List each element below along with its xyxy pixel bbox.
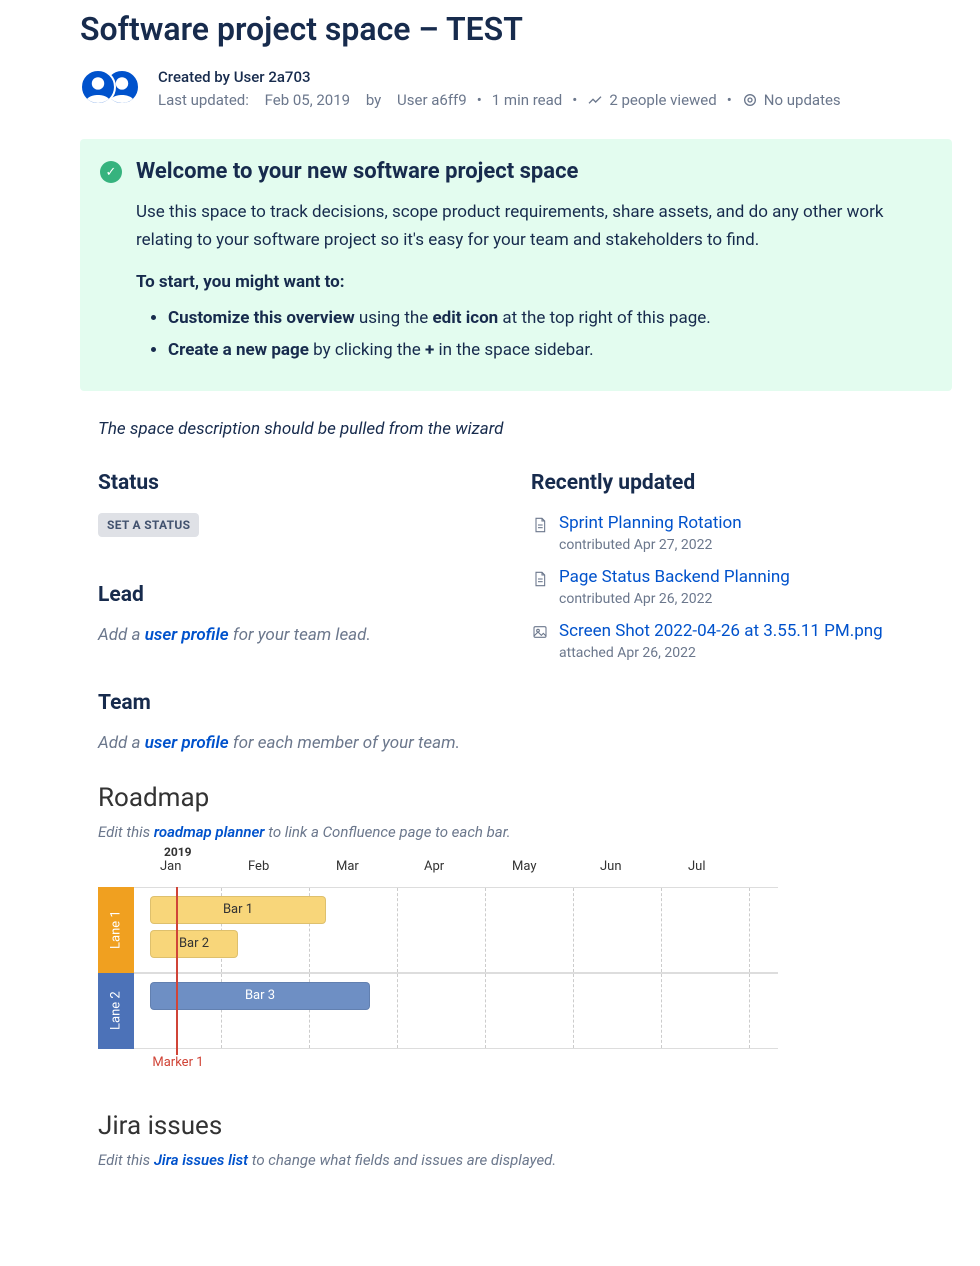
- lead-heading: Lead: [98, 583, 501, 607]
- team-heading: Team: [98, 691, 501, 715]
- status-heading: Status: [98, 471, 501, 495]
- welcome-panel: ✓ Welcome to your new software project s…: [80, 139, 952, 391]
- welcome-body: Use this space to track decisions, scope…: [136, 198, 926, 254]
- lane-track: Bar 1Bar 2: [134, 887, 778, 973]
- roadmap-section: Roadmap Edit this roadmap planner to lin…: [80, 783, 952, 1073]
- welcome-bullet: Customize this overview using the edit i…: [168, 302, 926, 334]
- timeline-month: May: [512, 859, 600, 874]
- avatar-stack: [80, 69, 144, 109]
- recent-item: Screen Shot 2022-04-26 at 3.55.11 PM.png…: [531, 621, 952, 661]
- recent-meta: attached Apr 26, 2022: [559, 645, 883, 661]
- welcome-bullets: Customize this overview using the edit i…: [136, 302, 926, 367]
- page-icon: [531, 570, 549, 590]
- roadmap-note: Edit this roadmap planner to link a Conf…: [98, 823, 952, 841]
- target-icon: [742, 92, 758, 108]
- analytics-icon: [587, 92, 603, 108]
- viewers[interactable]: 2 people viewed: [587, 89, 716, 112]
- timeline-month: Jan: [160, 859, 248, 874]
- jira-section: Jira issues Edit this Jira issues list t…: [80, 1111, 952, 1169]
- timeline-month: Mar: [336, 859, 424, 874]
- team-prompt: Add a user profile for each member of yo…: [98, 733, 501, 753]
- recent-item: Page Status Backend Planning contributed…: [531, 567, 952, 607]
- jira-note: Edit this Jira issues list to change wha…: [98, 1151, 952, 1169]
- lead-prompt: Add a user profile for your team lead.: [98, 625, 501, 645]
- roadmap-chart[interactable]: 2019 Jan Feb Mar Apr May Jun Jul Lane 1B…: [98, 859, 778, 1073]
- roadmap-marker-label: Marker 1: [152, 1055, 203, 1070]
- timeline-year: 2019: [164, 845, 192, 859]
- created-by-user[interactable]: User 2a703: [234, 68, 311, 86]
- recent-meta: contributed Apr 27, 2022: [559, 537, 742, 553]
- lane-track: Bar 3: [134, 973, 778, 1049]
- update-status[interactable]: No updates: [742, 89, 841, 112]
- roadmap-lane: Lane 2 Bar 3: [98, 973, 778, 1049]
- last-updated-user[interactable]: User a6ff9: [397, 89, 467, 112]
- roadmap-heading: Roadmap: [98, 783, 952, 813]
- recent-meta: contributed Apr 26, 2022: [559, 591, 790, 607]
- welcome-subheading: To start, you might want to:: [136, 272, 926, 292]
- byline: Created by User 2a703 Last updated: Feb …: [80, 66, 952, 111]
- last-updated: Last updated: Feb 05, 2019 by User a6ff9: [158, 89, 467, 112]
- image-icon: [531, 624, 549, 644]
- lane-label: Lane 1: [98, 887, 134, 973]
- recent-link[interactable]: Screen Shot 2022-04-26 at 3.55.11 PM.png: [559, 621, 883, 641]
- recent-link[interactable]: Sprint Planning Rotation: [559, 513, 742, 533]
- wizard-note: The space description should be pulled f…: [98, 419, 952, 439]
- recent-link[interactable]: Page Status Backend Planning: [559, 567, 790, 587]
- user-profile-link[interactable]: user profile: [145, 733, 229, 753]
- roadmap-bar[interactable]: Bar 2: [150, 930, 238, 958]
- created-by-line: Created by User 2a703: [158, 66, 841, 89]
- jira-issues-link[interactable]: Jira issues list: [154, 1151, 248, 1169]
- user-profile-link[interactable]: user profile: [145, 625, 229, 645]
- timeline-header: 2019 Jan Feb Mar Apr May Jun Jul: [160, 859, 778, 874]
- roadmap-lane: Lane 1Bar 1Bar 2: [98, 887, 778, 973]
- roadmap-marker-line: [176, 887, 178, 1055]
- timeline-month: Jul: [688, 859, 776, 874]
- roadmap-planner-link[interactable]: roadmap planner: [154, 823, 265, 841]
- recent-heading: Recently updated: [531, 471, 952, 495]
- lane-label: Lane 2: [98, 973, 134, 1049]
- status-pill[interactable]: SET A STATUS: [98, 513, 199, 537]
- avatar[interactable]: [80, 69, 116, 105]
- check-icon: ✓: [100, 161, 122, 183]
- timeline-month: Apr: [424, 859, 512, 874]
- welcome-bullet: Create a new page by clicking the + in t…: [168, 334, 926, 366]
- page-title: Software project space – TEST: [80, 10, 952, 48]
- roadmap-bar[interactable]: Bar 3: [150, 982, 370, 1010]
- jira-heading: Jira issues: [98, 1111, 952, 1141]
- timeline-month: Jun: [600, 859, 688, 874]
- created-by-label: Created by: [158, 68, 230, 86]
- welcome-heading: Welcome to your new software project spa…: [136, 159, 926, 184]
- page-icon: [531, 516, 549, 536]
- read-time: 1 min read: [492, 89, 562, 112]
- timeline-month: Feb: [248, 859, 336, 874]
- recent-item: Sprint Planning Rotation contributed Apr…: [531, 513, 952, 553]
